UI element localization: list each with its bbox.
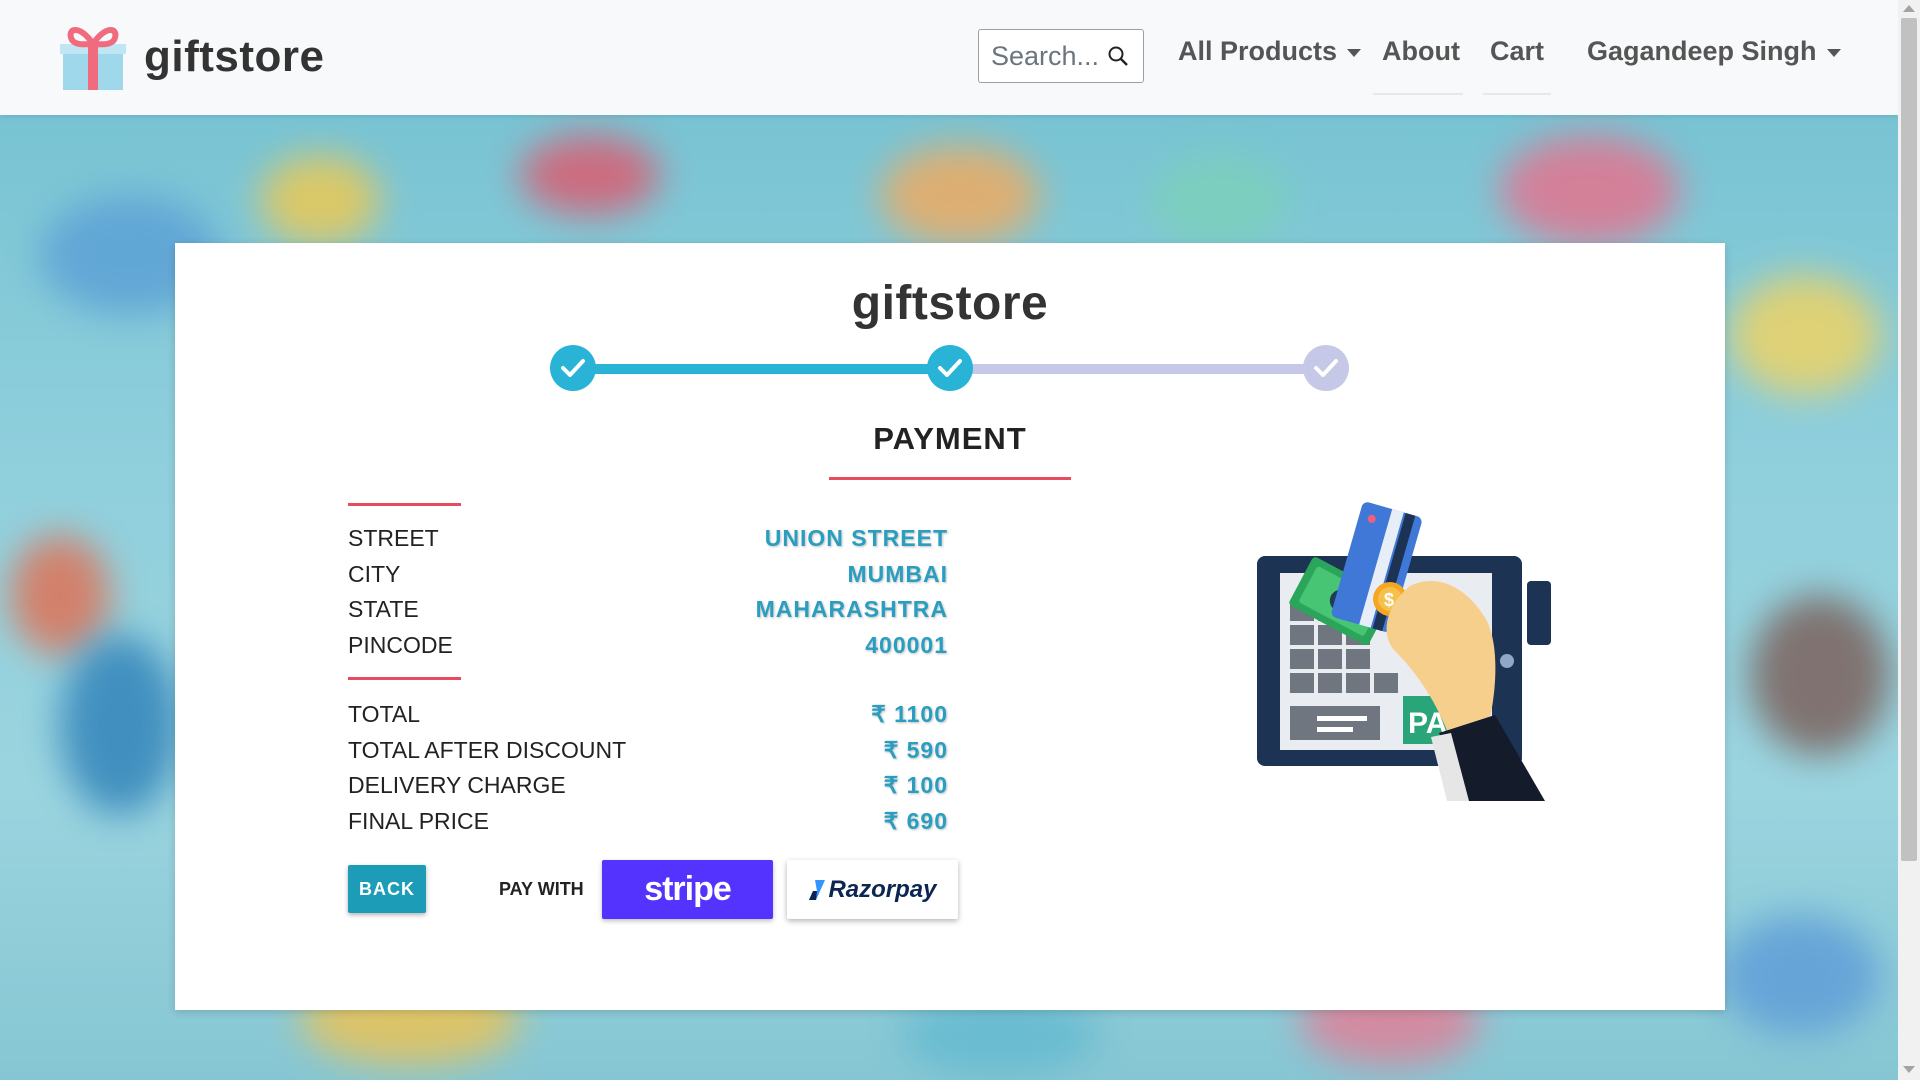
price-row-delivery-charge: DELIVERY CHARGE ₹ 100 [348,772,948,804]
scroll-down-arrow-icon[interactable] [1903,1066,1915,1073]
row-label: FINAL PRICE [348,808,490,834]
row-label: TOTAL AFTER DISCOUNT [348,737,627,763]
stripe-pay-button[interactable]: stripe [602,860,773,919]
step-3-pending [1303,345,1349,391]
row-value: MUMBAI [847,561,948,587]
row-value: 400001 [865,632,948,658]
row-value: ₹ 100 [883,772,948,798]
progress-line-completed [573,364,951,374]
section-title-underline [829,477,1071,480]
nav-cart-link[interactable]: Cart [1490,36,1544,67]
nav-about-link[interactable]: About [1382,36,1460,67]
price-row-total-after-discount: TOTAL AFTER DISCOUNT ₹ 590 [348,737,948,769]
about-underline [1373,93,1463,95]
address-row-city: CITY MUMBAI [348,561,948,593]
nav-all-products-label: All Products [1178,36,1338,66]
gift-logo-icon [60,27,126,90]
price-row-final-price: FINAL PRICE ₹ 690 [348,808,948,840]
check-icon [1314,359,1338,377]
nav-all-products-dropdown[interactable]: All Products [1178,36,1362,67]
address-row-pincode: PINCODE 400001 [348,632,948,664]
row-value: UNION STREET [764,525,948,551]
progress-line-pending [951,364,1328,374]
search-box[interactable] [978,29,1144,83]
razorpay-logo-icon [809,879,826,900]
row-label: CITY [348,561,401,587]
pay-with-label: PAY WITH [499,879,584,899]
row-label: STATE [348,596,419,622]
navbar: giftstore All Products About Cart Gagand… [0,0,1898,115]
search-input[interactable] [989,39,1108,73]
chevron-down-icon [1347,48,1362,57]
row-label: STREET [348,525,439,551]
row-value: MAHARASHTRA [755,596,948,622]
back-button[interactable]: BACK [348,865,426,913]
step-1-completed [550,345,596,391]
scroll-up-arrow-icon[interactable] [1903,5,1915,12]
row-label: TOTAL [348,701,420,727]
section-title: PAYMENT [873,421,1027,456]
nav-user-dropdown[interactable]: Gagandeep Singh [1587,36,1841,67]
check-icon [938,359,962,377]
scrollbar-thumb[interactable] [1901,18,1917,861]
check-icon [561,359,585,377]
divider [348,503,461,506]
row-value: ₹ 590 [883,737,948,763]
chevron-down-icon [1826,48,1841,57]
payment-illustration: PA $ [1257,502,1551,801]
row-label: DELIVERY CHARGE [348,772,566,798]
row-label: PINCODE [348,632,453,658]
nav-user-label: Gagandeep Singh [1587,36,1817,66]
brand-link[interactable]: giftstore [60,22,325,92]
address-row-state: STATE MAHARASHTRA [348,596,948,628]
brand-name: giftstore [144,32,325,81]
price-row-total: TOTAL ₹ 1100 [348,701,948,733]
razorpay-logo-text: Razorpay [828,875,937,903]
cart-underline [1483,93,1551,95]
step-2-completed [927,345,973,391]
razorpay-pay-button[interactable]: Razorpay [787,860,958,919]
card-title: giftstore [851,277,1049,330]
checkout-card: giftstore PAYMENT STREET UNION STREET CI… [175,243,1725,1010]
address-row-street: STREET UNION STREET [348,525,948,557]
row-value: ₹ 690 [883,808,948,834]
search-icon[interactable] [1107,45,1129,67]
row-value: ₹ 1100 [871,701,948,727]
divider [348,677,461,680]
stripe-logo-text: stripe [644,870,732,908]
